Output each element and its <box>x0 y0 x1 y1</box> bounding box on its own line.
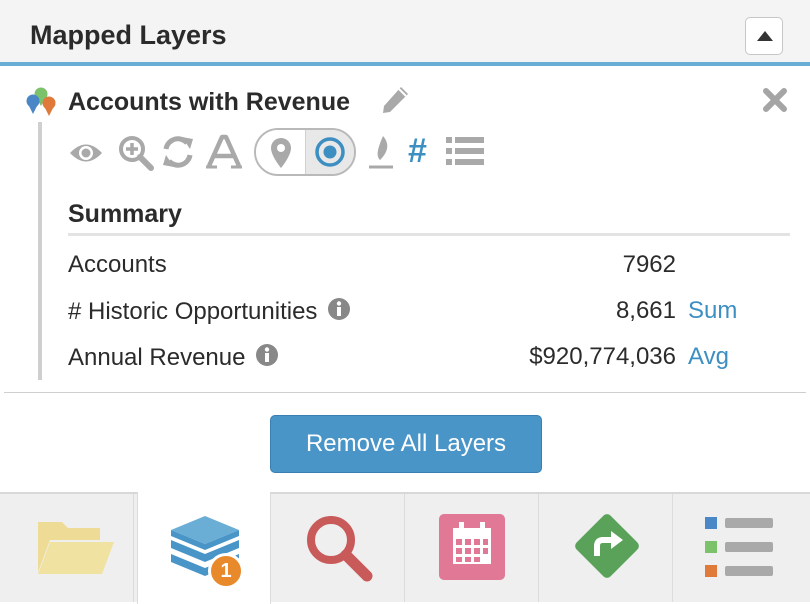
calendar-icon <box>439 514 505 580</box>
summary-label-revenue: Annual Revenue <box>68 343 279 372</box>
font-icon[interactable] <box>206 134 242 170</box>
legend-list-icon <box>705 517 773 577</box>
refresh-icon[interactable] <box>160 135 196 169</box>
info-icon[interactable] <box>327 297 351 321</box>
layer-indent-rule <box>38 122 42 380</box>
summary-label-text: Accounts <box>68 251 167 278</box>
layer-card: Accounts with Revenue # Summary Accounts… <box>4 70 806 393</box>
summary-label-text: Annual Revenue <box>68 344 246 371</box>
tab-legend[interactable] <box>673 494 807 602</box>
layer-title: Accounts with Revenue <box>68 88 350 116</box>
hash-icon[interactable]: # <box>408 132 427 171</box>
tab-search[interactable] <box>271 494 405 602</box>
info-icon[interactable] <box>255 343 279 367</box>
zoom-in-icon[interactable] <box>118 135 154 171</box>
summary-value-opportunities: 8,661 <box>615 297 676 324</box>
fire-icon[interactable] <box>366 134 396 170</box>
caret-up-icon <box>757 31 773 41</box>
pencil-icon[interactable] <box>379 84 411 118</box>
search-icon <box>307 516 373 582</box>
summary-label-accounts: Accounts <box>68 251 167 279</box>
tab-folders[interactable] <box>0 494 134 602</box>
map-pin-icon <box>271 138 291 168</box>
summary-label-opportunities: # Historic Opportunities <box>68 297 351 326</box>
panel-header: Mapped Layers <box>0 0 810 66</box>
folder-icon <box>38 522 114 574</box>
eye-icon[interactable] <box>68 140 104 166</box>
list-icon[interactable] <box>446 136 484 166</box>
marker-view-toggle <box>254 128 356 176</box>
summary-divider <box>68 233 790 236</box>
aggregate-avg-link[interactable]: Avg <box>688 343 729 371</box>
marker-view-cluster[interactable] <box>305 130 354 174</box>
collapse-button[interactable] <box>745 17 783 55</box>
close-icon[interactable] <box>762 87 788 113</box>
target-icon <box>315 137 345 167</box>
tab-schedule[interactable] <box>405 494 539 602</box>
panel-title: Mapped Layers <box>30 20 227 50</box>
map-markers-icon <box>26 87 56 116</box>
summary-value-revenue: $920,774,036 <box>529 343 676 370</box>
tab-routes[interactable] <box>539 494 673 602</box>
remove-all-layers-button[interactable]: Remove All Layers <box>270 415 542 473</box>
marker-view-pins[interactable] <box>256 130 305 174</box>
summary-label-text: # Historic Opportunities <box>68 298 318 325</box>
mapped-layers-panel: Mapped Layers Accounts with Revenue # Su… <box>0 0 810 604</box>
aggregate-sum-link[interactable]: Sum <box>688 297 737 325</box>
summary-value-accounts: 7962 <box>622 251 676 278</box>
tab-layers[interactable] <box>137 492 271 604</box>
layers-count-badge: 1 <box>208 553 244 589</box>
directions-icon <box>575 514 639 578</box>
bottom-tab-bar <box>0 492 810 604</box>
summary-heading: Summary <box>68 200 182 228</box>
